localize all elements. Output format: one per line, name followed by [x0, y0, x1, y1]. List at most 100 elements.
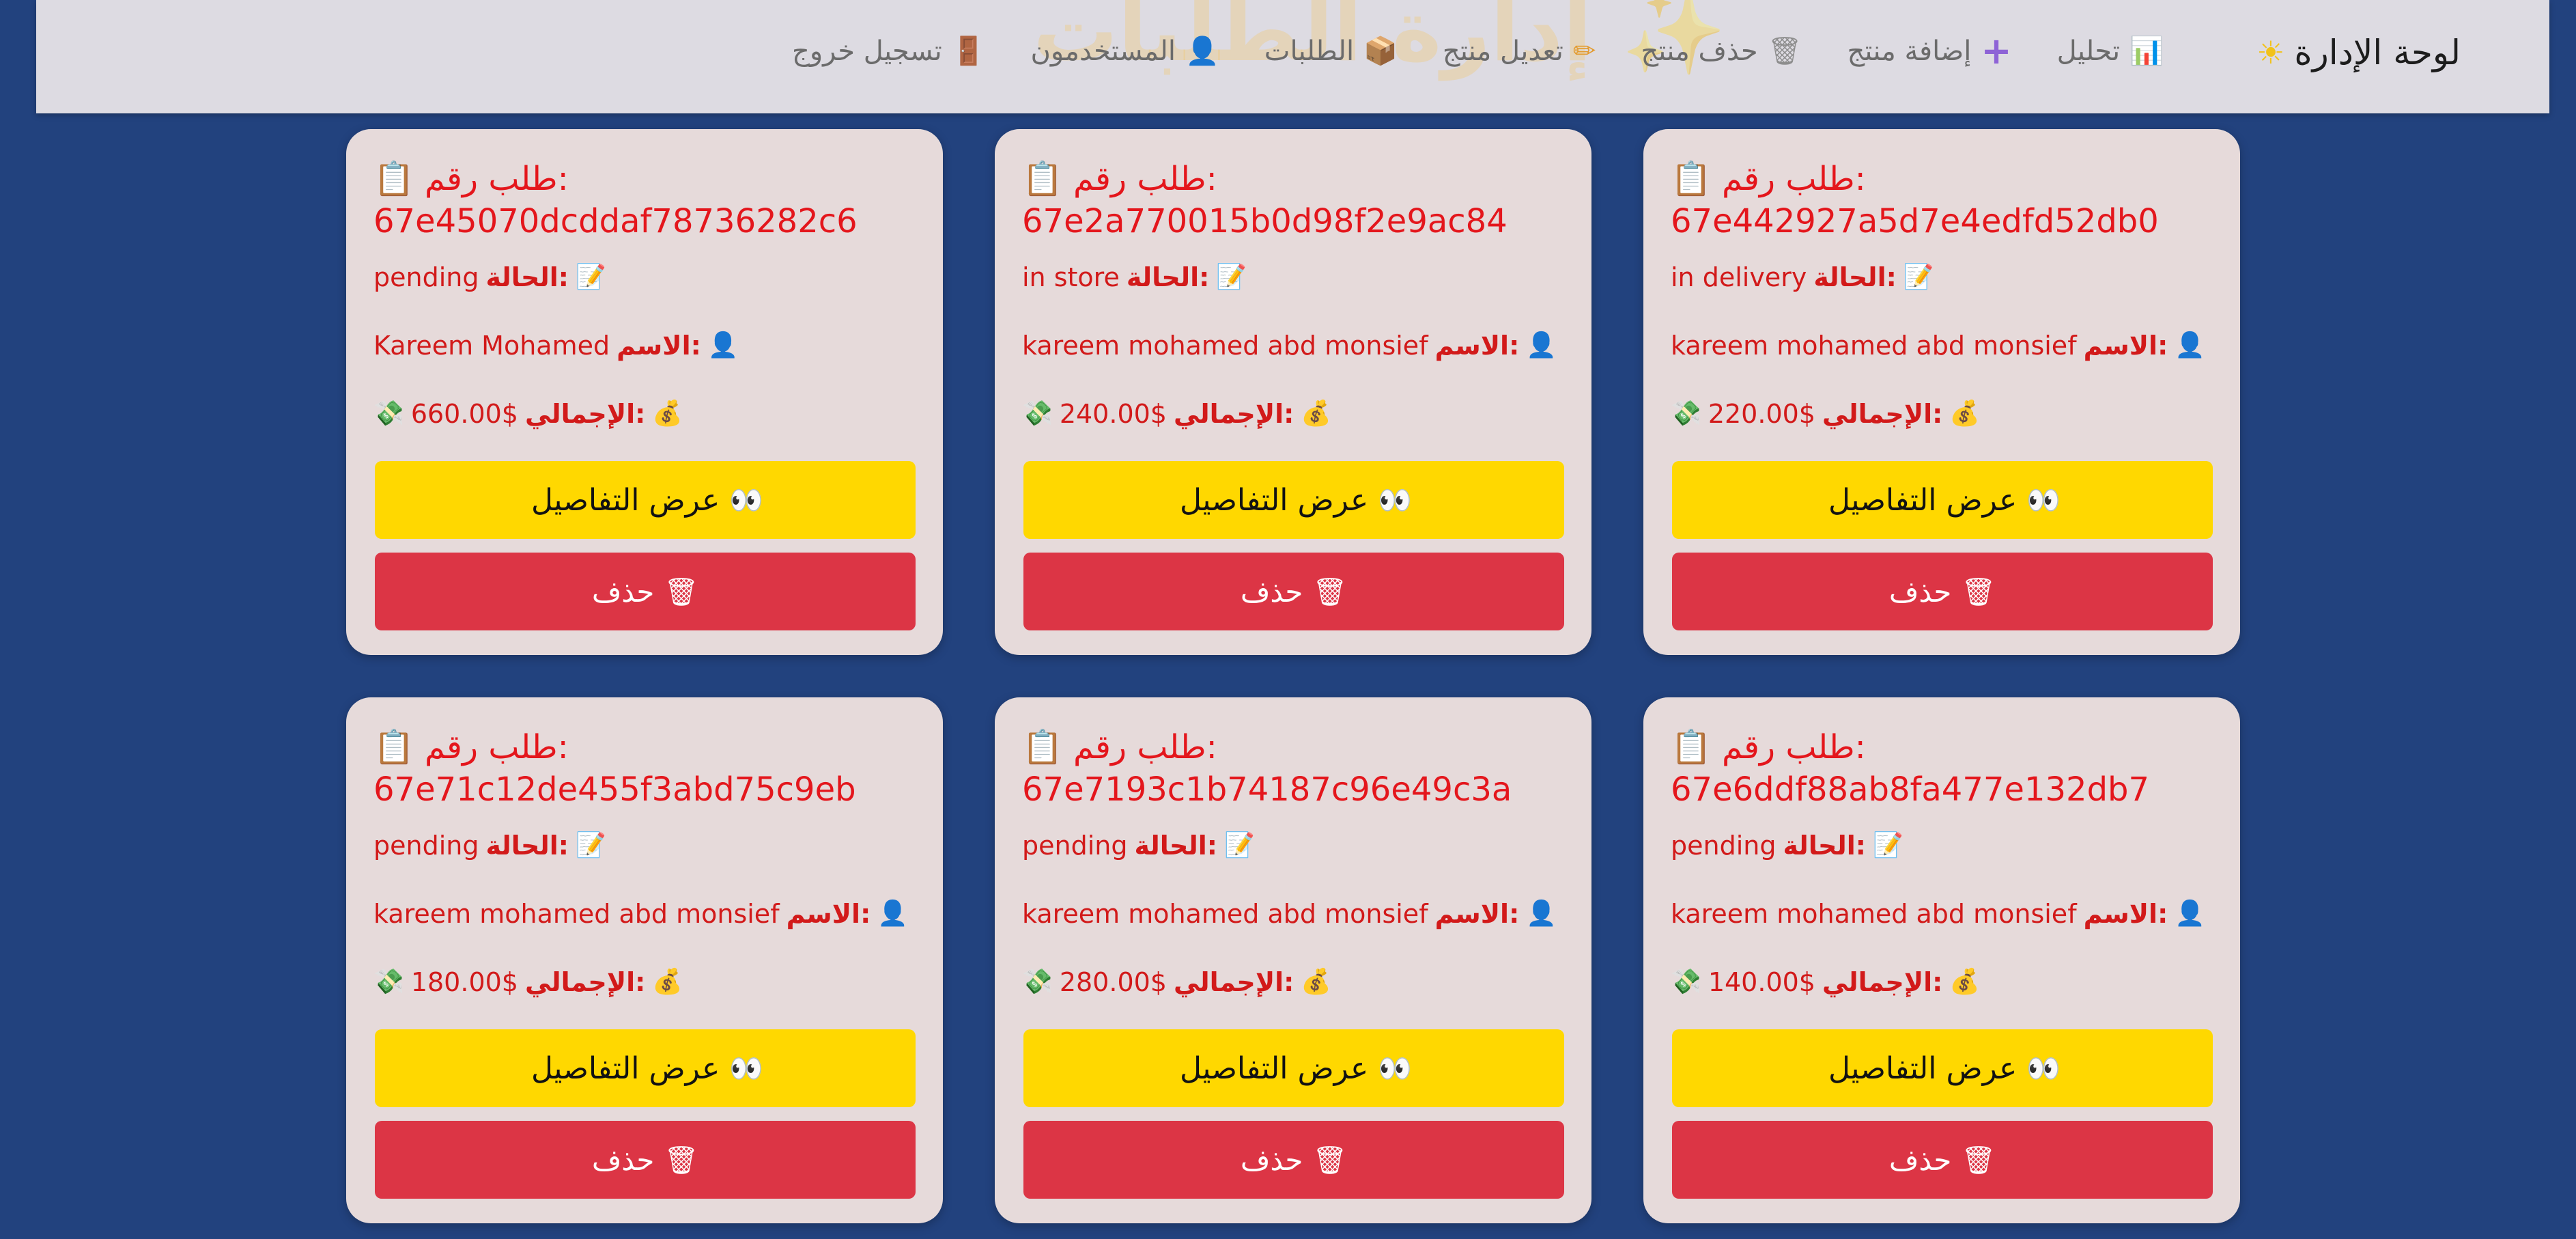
delete-order-button[interactable]: 🗑 حذف [375, 553, 916, 630]
trash-icon: 🗑 [1767, 36, 1802, 67]
memo-icon: 📝 [1216, 263, 1247, 291]
delete-label: حذف [591, 574, 655, 609]
eyes-icon: 👀 [1378, 484, 1412, 516]
eyes-icon: 👀 [1378, 1053, 1412, 1085]
order-total: 140.00$ [1708, 967, 1815, 997]
trash-icon: 🗑 [664, 576, 699, 608]
order-total-row: 💸 180.00$ الإجمالي: 💰 [373, 965, 916, 999]
status-value: pending [1022, 831, 1128, 861]
nav-link-analytics[interactable]: 📊 تحليل [2057, 36, 2164, 67]
nav-link-logout[interactable]: 🚪 تسجيل خروج [792, 36, 985, 67]
status-value: in delivery [1671, 262, 1807, 292]
order-title: 📋 طلب رقم: 67e45070dcddaf78736282c6 [373, 158, 916, 242]
view-details-button[interactable]: 👀 عرض التفاصيل [1023, 1029, 1564, 1107]
view-details-button[interactable]: 👀 عرض التفاصيل [1672, 1029, 2213, 1107]
memo-icon: 📝 [575, 831, 606, 859]
nav-link-label: المستخدمون [1030, 36, 1176, 67]
customer-name: kareem mohamed abd monsief [1022, 899, 1428, 929]
order-id: 67e6ddf88ab8fa477e132db7 [1671, 770, 2150, 809]
trash-icon: 🗑 [664, 1144, 699, 1176]
order-total-row: 💸 240.00$ الإجمالي: 💰 [1022, 397, 1564, 431]
order-card: 📋 طلب رقم: 67e442927a5d7e4edfd52db0 in d… [1643, 129, 2240, 655]
nav-link-label: إضافة منتج [1847, 36, 1972, 67]
money-bill-icon: 💸 [1671, 968, 1701, 996]
eyes-icon: 👀 [2026, 484, 2061, 516]
clipboard-icon: 📋 [373, 728, 414, 766]
trash-icon: 🗑 [1961, 1144, 1996, 1176]
navbar: ✨ إدارة الطلبات ☀ لوحة الإدارة 📊 تحليل +… [36, 0, 2549, 113]
clipboard-icon: 📋 [1022, 728, 1063, 766]
view-details-button[interactable]: 👀 عرض التفاصيل [375, 461, 916, 539]
nav-link-label: تسجيل خروج [792, 36, 942, 67]
clipboard-icon: 📋 [373, 160, 414, 198]
logout-icon: 🚪 [951, 36, 986, 67]
status-value: in store [1022, 262, 1120, 292]
order-status-row: pending الحالة: 📝 [373, 829, 916, 863]
money-bill-icon: 💸 [373, 968, 404, 996]
package-icon: 📦 [1363, 36, 1398, 67]
order-name-row: kareem mohamed abd monsief الاسم: 👤 [1022, 897, 1564, 931]
order-number-label: طلب رقم: [1722, 728, 1866, 766]
customer-name: kareem mohamed abd monsief [1671, 331, 2077, 361]
order-number-label: طلب رقم: [425, 160, 569, 198]
eyes-icon: 👀 [729, 484, 763, 516]
delete-label: حذف [1240, 574, 1303, 609]
order-id: 67e442927a5d7e4edfd52db0 [1671, 202, 2159, 240]
name-label: الاسم: [2083, 899, 2168, 929]
trash-icon: 🗑 [1312, 576, 1348, 608]
money-bag-icon: 💰 [652, 968, 683, 996]
order-total-row: 💸 220.00$ الإجمالي: 💰 [1671, 397, 2213, 431]
money-bag-icon: 💰 [652, 400, 683, 428]
order-total-row: 💸 660.00$ الإجمالي: 💰 [373, 397, 916, 431]
view-details-label: عرض التفاصيل [1179, 482, 1369, 518]
name-label: الاسم: [1434, 899, 1520, 929]
nav-links: 📊 تحليل + إضافة منتج 🗑 حذف منتج ✏ تعديل … [792, 33, 2164, 70]
status-label: الحالة: [1134, 831, 1217, 861]
delete-order-button[interactable]: 🗑 حذف [1672, 553, 2213, 630]
trash-icon: 🗑 [1312, 1144, 1348, 1176]
total-label: الإجمالي: [1822, 967, 1943, 997]
nav-link-add-product[interactable]: + إضافة منتج [1847, 33, 2011, 70]
order-title: 📋 طلب رقم: 67e2a770015b0d98f2e9ac84 [1022, 158, 1564, 242]
order-name-row: kareem mohamed abd monsief الاسم: 👤 [1671, 897, 2213, 931]
status-label: الحالة: [1126, 262, 1210, 292]
memo-icon: 📝 [1872, 831, 1903, 859]
status-value: pending [1671, 831, 1777, 861]
order-total: 280.00$ [1059, 967, 1167, 997]
eyes-icon: 👀 [729, 1053, 763, 1085]
order-card: 📋 طلب رقم: 67e45070dcddaf78736282c6 pend… [346, 129, 943, 655]
status-value: pending [373, 831, 479, 861]
order-total: 180.00$ [410, 967, 518, 997]
nav-link-edit-product[interactable]: ✏ تعديل منتج [1443, 36, 1596, 67]
total-label: الإجمالي: [1173, 967, 1294, 997]
delete-order-button[interactable]: 🗑 حذف [1023, 1121, 1564, 1199]
order-status-row: in store الحالة: 📝 [1022, 260, 1564, 294]
total-label: الإجمالي: [524, 399, 646, 429]
money-bag-icon: 💰 [1301, 968, 1332, 996]
trash-icon: 🗑 [1961, 576, 1996, 608]
money-bill-icon: 💸 [1022, 400, 1053, 428]
order-status-row: pending الحالة: 📝 [1022, 829, 1564, 863]
view-details-button[interactable]: 👀 عرض التفاصيل [1023, 461, 1564, 539]
order-name-row: kareem mohamed abd monsief الاسم: 👤 [373, 897, 916, 931]
nav-link-users[interactable]: 👤 المستخدمون [1031, 36, 1219, 67]
delete-order-button[interactable]: 🗑 حذف [1672, 1121, 2213, 1199]
view-details-button[interactable]: 👀 عرض التفاصيل [375, 1029, 916, 1107]
order-id: 67e45070dcddaf78736282c6 [373, 202, 858, 240]
delete-order-button[interactable]: 🗑 حذف [1023, 553, 1564, 630]
nav-link-orders[interactable]: 📦 الطلبات [1264, 36, 1398, 67]
nav-link-delete-product[interactable]: 🗑 حذف منتج [1641, 36, 1802, 67]
order-id: 67e2a770015b0d98f2e9ac84 [1022, 202, 1508, 240]
name-label: الاسم: [1434, 331, 1520, 361]
brand-label: لوحة الإدارة [2294, 33, 2461, 72]
view-details-button[interactable]: 👀 عرض التفاصيل [1672, 461, 2213, 539]
delete-order-button[interactable]: 🗑 حذف [375, 1121, 916, 1199]
nav-link-label: تعديل منتج [1442, 36, 1563, 67]
clipboard-icon: 📋 [1671, 160, 1712, 198]
user-silhouette-icon: 👤 [1526, 331, 1557, 359]
bar-chart-icon: 📊 [2129, 36, 2164, 67]
user-silhouette-icon: 👤 [2175, 331, 2206, 359]
view-details-label: عرض التفاصيل [1179, 1050, 1369, 1086]
brand[interactable]: ☀ لوحة الإدارة [2256, 33, 2461, 72]
order-name-row: kareem mohamed abd monsief الاسم: 👤 [1022, 329, 1564, 363]
